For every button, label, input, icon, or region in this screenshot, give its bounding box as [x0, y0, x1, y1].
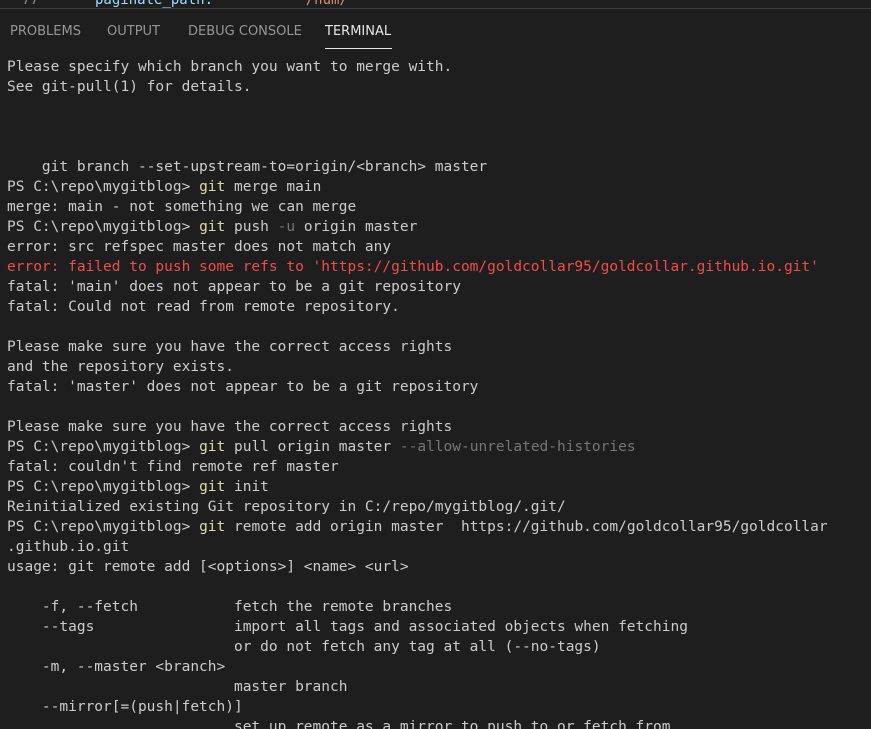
terminal-text: Reinitialized existing Git repository in…	[7, 499, 566, 515]
terminal-line: PS C:\repo\mygitblog> git remote add ori…	[7, 517, 871, 537]
terminal-text: See git-pull(1) for details.	[7, 79, 252, 95]
terminal-text: error: src refspec master does not match…	[7, 239, 392, 255]
terminal-line: fatal: couldn't find remote ref master	[7, 457, 871, 477]
terminal-line: error: failed to push some refs to 'http…	[7, 257, 871, 277]
editor-code-line: paginate_path: '/num/'	[95, 0, 356, 8]
terminal-text: -m, --master <branch>	[7, 659, 226, 675]
tab-debug-console[interactable]: DEBUG CONSOLE	[188, 24, 302, 39]
terminal-text: PS C:\repo\mygitblog>	[7, 479, 200, 495]
code-key: paginate_path:	[95, 0, 214, 8]
terminal-line: Please make sure you have the correct ac…	[7, 337, 871, 357]
terminal-text: set up remote as a mirror to push to or …	[7, 719, 671, 729]
terminal-text: --tags import all tags and associated ob…	[7, 619, 688, 635]
terminal-text: .github.io.git	[7, 539, 130, 555]
terminal-text: usage: git remote add [<options>] <name>…	[7, 559, 409, 575]
terminal-line: PS C:\repo\mygitblog> git init	[7, 477, 871, 497]
terminal-text: PS C:\repo\mygitblog>	[7, 219, 200, 235]
terminal-text: origin master	[295, 219, 418, 235]
terminal-text: fatal: 'master' does not appear to be a …	[7, 379, 479, 395]
terminal-line: fatal: Could not read from remote reposi…	[7, 297, 871, 317]
terminal-text: remote add origin master https://github.…	[225, 519, 828, 535]
terminal-command-token: git	[199, 179, 226, 195]
terminal-line: merge: main - not something we can merge	[7, 197, 871, 217]
terminal-text: push	[225, 219, 278, 235]
terminal-line: PS C:\repo\mygitblog> git merge main	[7, 177, 871, 197]
editor-peek: 77 paginate_path: '/num/'	[0, 0, 871, 8]
code-value: '/num/'	[297, 0, 357, 8]
terminal-line: fatal: 'master' does not appear to be a …	[7, 377, 871, 397]
terminal-text: git branch --set-upstream-to=origin/<bra…	[7, 159, 488, 175]
terminal-text: or do not fetch any tag at all (--no-tag…	[7, 639, 601, 655]
terminal-text: PS C:\repo\mygitblog>	[7, 439, 200, 455]
terminal-text: fatal: 'main' does not appear to be a gi…	[7, 279, 461, 295]
terminal-error-text: error: failed to push some refs to 'http…	[7, 259, 819, 275]
terminal-text: --mirror[=(push|fetch)]	[7, 699, 243, 715]
terminal-line: master branch	[7, 677, 871, 697]
terminal-text: fatal: couldn't find remote ref master	[7, 459, 339, 475]
terminal-text: pull origin master	[225, 439, 400, 455]
terminal-text: Please specify which branch you want to …	[7, 59, 453, 75]
terminal-line: .github.io.git	[7, 537, 871, 557]
terminal-text: and the repository exists.	[7, 359, 234, 375]
terminal-text: merge: main - not something we can merge	[7, 199, 357, 215]
terminal-line: See git-pull(1) for details.	[7, 77, 871, 97]
terminal-line: git branch --set-upstream-to=origin/<bra…	[7, 157, 871, 177]
terminal-line: PS C:\repo\mygitblog> git push -u origin…	[7, 217, 871, 237]
terminal-text: Please make sure you have the correct ac…	[7, 419, 453, 435]
terminal-text: Please make sure you have the correct ac…	[7, 339, 453, 355]
terminal-line: -f, --fetch fetch the remote branches	[7, 597, 871, 617]
terminal-line: -m, --master <branch>	[7, 657, 871, 677]
terminal-command-token: git	[199, 519, 226, 535]
terminal-command-token: git	[199, 479, 226, 495]
terminal-line: usage: git remote add [<options>] <name>…	[7, 557, 871, 577]
terminal-line: error: src refspec master does not match…	[7, 237, 871, 257]
terminal-text: --allow-unrelated-histories	[399, 439, 636, 455]
terminal-line: or do not fetch any tag at all (--no-tag…	[7, 637, 871, 657]
terminal-text: init	[225, 479, 269, 495]
terminal-text: PS C:\repo\mygitblog>	[7, 179, 200, 195]
tab-problems[interactable]: PROBLEMS	[10, 24, 81, 39]
terminal-line: Please make sure you have the correct ac…	[7, 417, 871, 437]
terminal-line: --mirror[=(push|fetch)]	[7, 697, 871, 717]
terminal-line: set up remote as a mirror to push to or …	[7, 717, 871, 729]
terminal-text: -f, --fetch fetch the remote branches	[7, 599, 453, 615]
terminal-text: fatal: Could not read from remote reposi…	[7, 299, 400, 315]
terminal-text: -u	[277, 219, 296, 235]
terminal-text: PS C:\repo\mygitblog>	[7, 519, 200, 535]
panel-tab-bar: PROBLEMS OUTPUT DEBUG CONSOLE TERMINAL	[0, 9, 871, 51]
tab-terminal[interactable]: TERMINAL	[325, 24, 391, 39]
terminal-line: fatal: 'main' does not appear to be a gi…	[7, 277, 871, 297]
terminal-command-token: git	[199, 219, 226, 235]
terminal-line: Reinitialized existing Git repository in…	[7, 497, 871, 517]
terminal-line: PS C:\repo\mygitblog> git pull origin ma…	[7, 437, 871, 457]
tab-output[interactable]: OUTPUT	[107, 24, 160, 39]
terminal-line: Please specify which branch you want to …	[7, 57, 871, 77]
terminal-output[interactable]: Please specify which branch you want to …	[7, 57, 871, 729]
terminal-line: --tags import all tags and associated ob…	[7, 617, 871, 637]
terminal-line: and the repository exists.	[7, 357, 871, 377]
terminal-text: merge main	[225, 179, 322, 195]
active-tab-indicator	[325, 48, 392, 49]
editor-line-number: 77	[22, 0, 39, 8]
terminal-command-token: git	[199, 439, 226, 455]
terminal-text: master branch	[7, 679, 348, 695]
